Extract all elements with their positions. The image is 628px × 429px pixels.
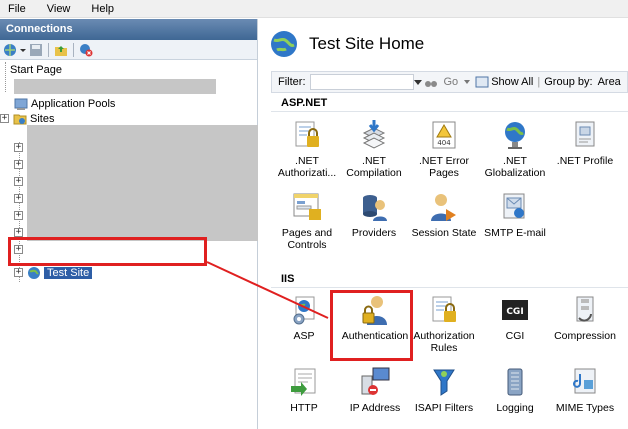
annotation-arrow	[206, 261, 329, 319]
